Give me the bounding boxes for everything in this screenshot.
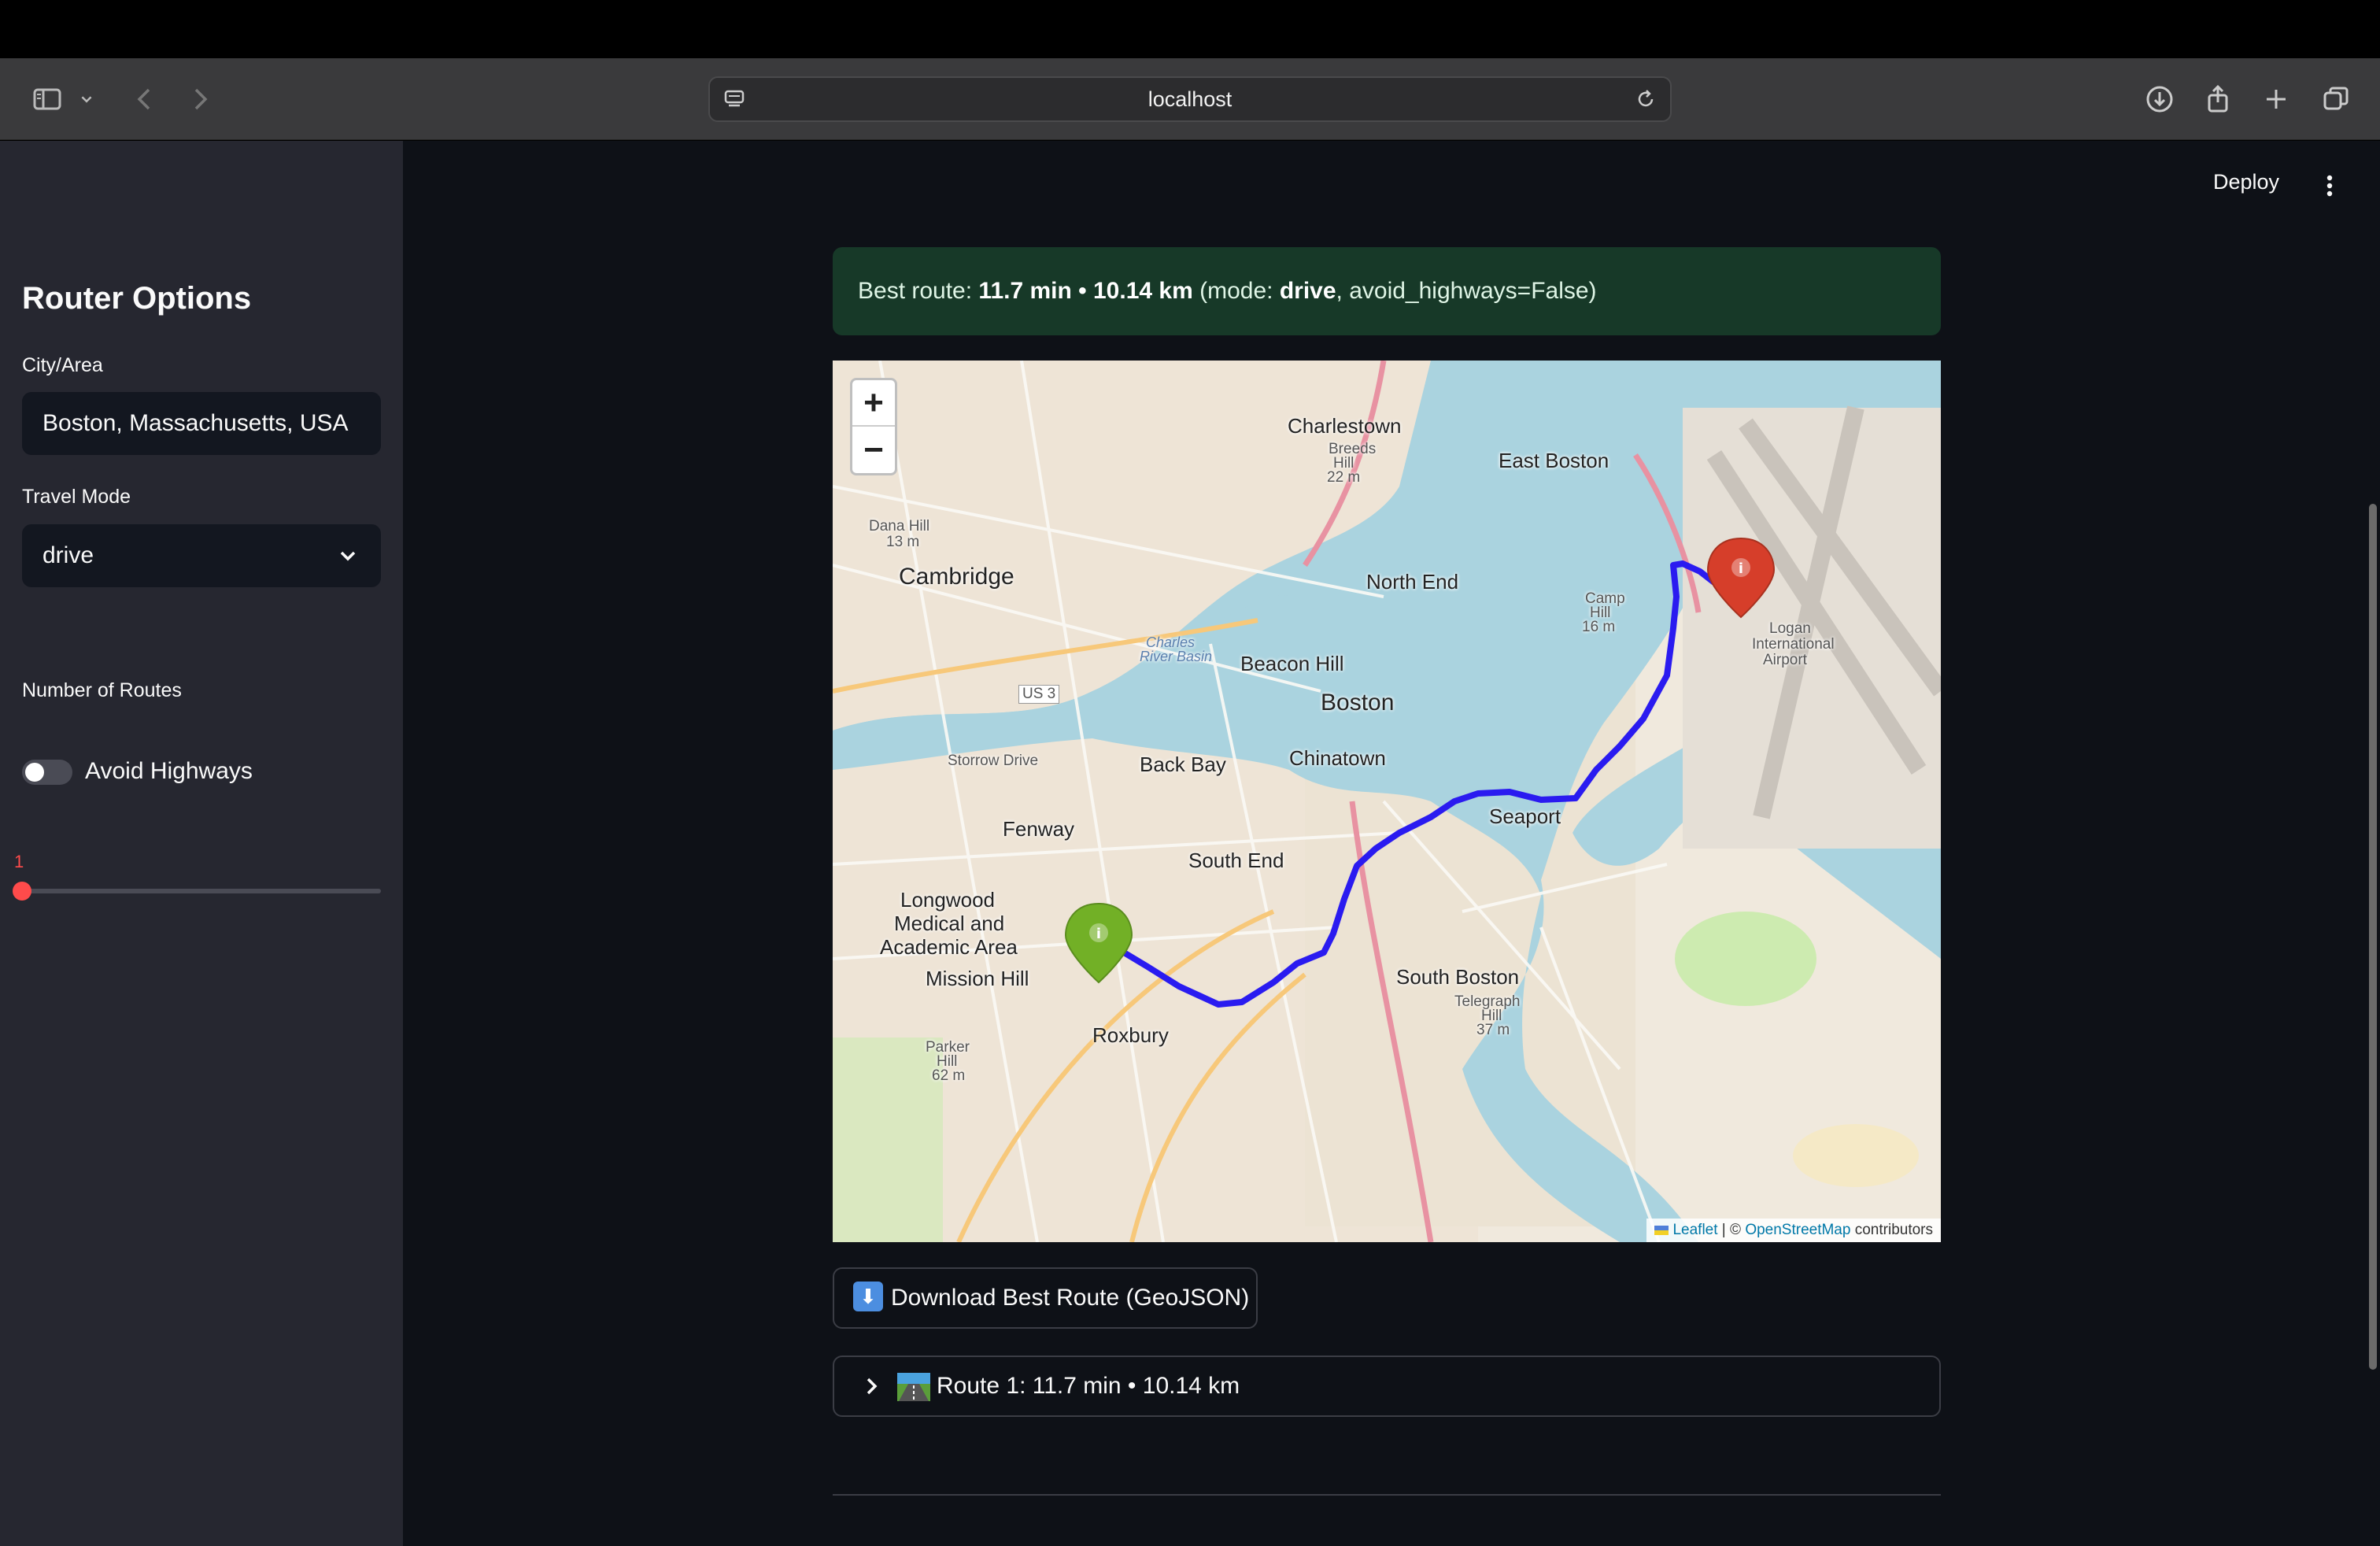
svg-text:i: i xyxy=(1096,926,1101,942)
forward-icon[interactable] xyxy=(183,82,217,117)
label-camp-elev: 16 m xyxy=(1582,619,1616,635)
route-1-label: Route 1: 11.7 min • 10.14 km xyxy=(937,1373,1240,1399)
address-bar[interactable]: localhost xyxy=(708,76,1672,122)
download-geojson-button[interactable]: Download Best Route (GeoJSON) xyxy=(833,1267,1258,1329)
page-scrollbar[interactable] xyxy=(2369,504,2377,1370)
label-fenway: Fenway xyxy=(1003,817,1075,841)
label-chinatown: Chinatown xyxy=(1289,746,1386,770)
motorway-icon xyxy=(897,1373,930,1401)
zoom-in-button[interactable]: + xyxy=(852,380,895,427)
label-us3: US 3 xyxy=(1018,685,1060,704)
divider xyxy=(833,1494,1941,1496)
zoom-control: + − xyxy=(850,378,897,475)
share-icon[interactable] xyxy=(2201,82,2235,117)
more-options-icon[interactable] xyxy=(2319,173,2341,198)
routes-slider-track[interactable] xyxy=(22,889,381,893)
zoom-out-button[interactable]: − xyxy=(852,427,895,473)
label-breeds-elev: 22 m xyxy=(1327,469,1361,486)
avoid-highways-toggle[interactable] xyxy=(22,760,72,785)
map-attribution: Leaflet | © OpenStreetMap contributors xyxy=(1646,1219,1941,1242)
label-river-basin: River Basin xyxy=(1140,649,1213,664)
label-south-end: South End xyxy=(1188,849,1284,872)
alert-summary: 11.7 min • 10.14 km xyxy=(978,278,1193,304)
label-logan-intl: International xyxy=(1752,636,1835,653)
label-seaport: Seaport xyxy=(1489,804,1561,828)
reload-icon[interactable] xyxy=(1634,87,1658,111)
label-parker-elev: 62 m xyxy=(932,1067,966,1084)
label-logan: Logan xyxy=(1769,620,1811,637)
attribution-tail: contributors xyxy=(1850,1222,1933,1238)
label-telegraph-elev: 37 m xyxy=(1476,1022,1510,1038)
label-mission-hill: Mission Hill xyxy=(926,967,1029,990)
alert-mode-open: (mode: xyxy=(1192,278,1280,304)
osm-link[interactable]: OpenStreetMap xyxy=(1745,1222,1850,1238)
deploy-button[interactable]: Deploy xyxy=(2213,170,2279,194)
sidebar-title: Router Options xyxy=(22,281,252,316)
chevron-down-icon xyxy=(340,551,356,561)
route-1-expander[interactable]: Route 1: 11.7 min • 10.14 km xyxy=(833,1356,1941,1417)
alert-mode-tail: , avoid_highways=False) xyxy=(1336,278,1597,304)
tabs-overview-icon[interactable] xyxy=(2319,82,2353,117)
sidebar: Router Options City/Area Boston, Massach… xyxy=(0,141,403,1546)
slider-value: 1 xyxy=(14,852,24,871)
city-label: City/Area xyxy=(22,354,103,376)
url-text[interactable]: localhost xyxy=(710,78,1670,120)
label-longwood3: Academic Area xyxy=(880,935,1018,959)
alert-prefix: Best route: xyxy=(858,278,979,304)
new-tab-icon[interactable] xyxy=(2259,82,2293,117)
label-beacon-hill: Beacon Hill xyxy=(1240,652,1344,675)
label-cambridge: Cambridge xyxy=(899,564,1014,590)
label-storrow: Storrow Drive xyxy=(948,753,1039,769)
travel-mode-label: Travel Mode xyxy=(22,486,131,508)
alert-mode: drive xyxy=(1279,278,1336,304)
label-boston: Boston xyxy=(1321,690,1395,716)
chevron-down-icon[interactable] xyxy=(76,82,98,117)
travel-mode-select[interactable]: drive xyxy=(22,524,381,587)
routes-slider-thumb[interactable] xyxy=(13,882,31,901)
number-of-routes-label: Number of Routes xyxy=(22,679,182,701)
back-icon[interactable] xyxy=(128,82,162,117)
svg-text:i: i xyxy=(1739,560,1743,577)
label-roxbury: Roxbury xyxy=(1092,1023,1169,1047)
ukraine-flag-icon xyxy=(1654,1225,1669,1235)
label-east-boston: East Boston xyxy=(1499,449,1609,472)
best-route-alert: Best route: 11.7 min • 10.14 km (mode: d… xyxy=(833,247,1941,335)
toggle-knob xyxy=(25,763,44,782)
map-tiles: i i xyxy=(833,361,1941,1242)
label-dana-hill: Dana Hill xyxy=(869,518,930,534)
label-south-boston: South Boston xyxy=(1396,965,1520,989)
label-logan-airport: Airport xyxy=(1763,652,1807,668)
label-charlestown: Charlestown xyxy=(1288,414,1402,438)
chevron-right-icon xyxy=(867,1378,878,1395)
city-input[interactable]: Boston, Massachusetts, USA xyxy=(22,392,381,455)
label-dana-elev: 13 m xyxy=(886,534,920,550)
download-arrow-icon xyxy=(853,1282,883,1312)
attribution-sep: | © xyxy=(1717,1222,1746,1238)
sidebar-toggle-icon[interactable] xyxy=(30,82,65,117)
label-longwood: Longwood xyxy=(900,888,995,912)
label-north-end: North End xyxy=(1366,570,1459,594)
macos-menu-bar xyxy=(0,0,2380,58)
label-back-bay: Back Bay xyxy=(1140,753,1226,776)
avoid-highways-label: Avoid Highways xyxy=(85,758,253,784)
download-icon[interactable] xyxy=(2142,82,2177,117)
download-label: Download Best Route (GeoJSON) xyxy=(891,1285,1250,1311)
label-longwood2: Medical and xyxy=(894,912,1005,935)
leaflet-link[interactable]: Leaflet xyxy=(1672,1222,1717,1238)
travel-mode-value: drive xyxy=(42,542,94,568)
route-map[interactable]: i i Charlestown Breeds Hill 22 m East Bo… xyxy=(833,361,1941,1242)
